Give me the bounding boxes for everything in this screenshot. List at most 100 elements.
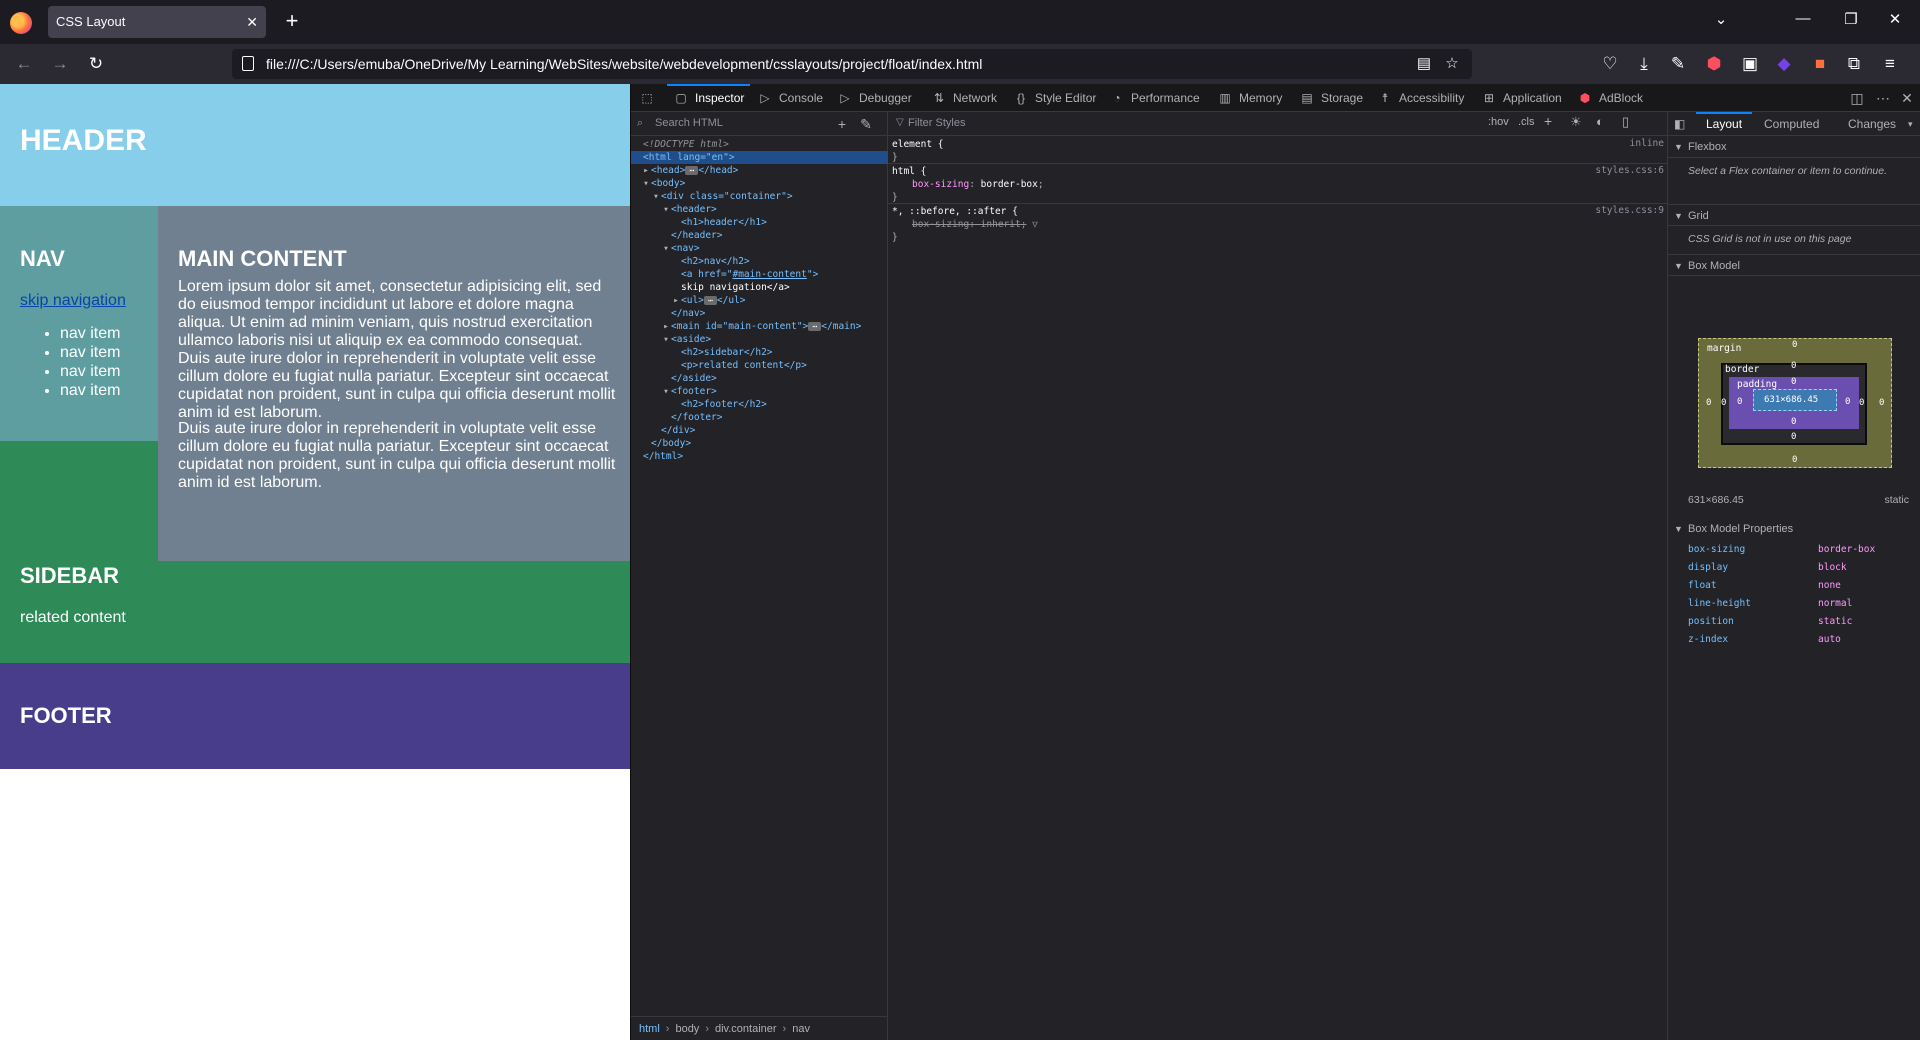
- restore-icon[interactable]: ❐: [1836, 10, 1866, 34]
- collapse-arrow-icon[interactable]: ▾: [651, 190, 661, 203]
- element-picker-icon[interactable]: ⬚: [639, 84, 661, 112]
- collapsed-content-icon[interactable]: ⋯: [808, 322, 822, 331]
- css-property-name[interactable]: box-sizing: [892, 219, 969, 230]
- cls-toggle[interactable]: .cls: [1518, 116, 1535, 128]
- margin-bottom-value[interactable]: 0: [1792, 455, 1797, 465]
- rule-source[interactable]: styles.css:9: [1595, 205, 1664, 216]
- tab-storage[interactable]: ▤ Storage: [1299, 84, 1363, 112]
- expand-arrow-icon[interactable]: ▸: [661, 320, 671, 333]
- box-model-section-header[interactable]: ▼ Box Model: [1668, 254, 1920, 276]
- margin-top-value[interactable]: 0: [1792, 340, 1797, 350]
- tree-node[interactable]: <p>related content</p>: [631, 359, 888, 372]
- tree-node[interactable]: ▾ <body>: [631, 177, 888, 190]
- tab-performance[interactable]: ◔ Performance: [1109, 84, 1199, 112]
- eyedropper-icon[interactable]: ✎: [857, 115, 875, 133]
- tab-layout[interactable]: Layout: [1696, 112, 1753, 136]
- rule-source[interactable]: inline: [1630, 138, 1664, 149]
- chevron-down-icon[interactable]: ▾: [1908, 112, 1913, 136]
- box-model-properties-header[interactable]: ▼ Box Model Properties: [1668, 518, 1920, 540]
- tab-adblock[interactable]: ⬢ AdBlock: [1577, 84, 1643, 112]
- breadcrumb-item[interactable]: html: [639, 1023, 660, 1035]
- minimize-icon[interactable]: —: [1788, 10, 1818, 34]
- tab-application[interactable]: ⊞ Application: [1481, 84, 1562, 112]
- toggle-sidebar-icon[interactable]: ◧: [1674, 112, 1685, 136]
- tree-node[interactable]: ▸ <main id="main-content"> ⋯ </main>: [631, 320, 888, 333]
- close-window-icon[interactable]: ✕: [1880, 10, 1910, 34]
- collapse-arrow-icon[interactable]: ▾: [661, 242, 671, 255]
- padding-top-value[interactable]: 0: [1791, 377, 1796, 387]
- breadcrumb-item[interactable]: body: [675, 1023, 699, 1035]
- new-tab-button[interactable]: +: [278, 8, 306, 36]
- tree-node[interactable]: <h2>sidebar</h2>: [631, 346, 888, 359]
- menu-icon[interactable]: ≡: [1876, 52, 1904, 76]
- tab-computed[interactable]: Computed: [1764, 112, 1819, 136]
- dark-scheme-icon[interactable]: ◐: [1596, 114, 1604, 129]
- breadcrumb-item[interactable]: nav: [792, 1023, 810, 1035]
- add-node-icon[interactable]: +: [833, 115, 851, 133]
- css-property-name[interactable]: box-sizing: [892, 179, 969, 190]
- css-property-value[interactable]: inherit: [981, 219, 1021, 230]
- href-link[interactable]: #main-content: [732, 269, 806, 280]
- collapsed-content-icon[interactable]: ⋯: [703, 296, 717, 305]
- firefox-logo-icon[interactable]: [10, 12, 32, 34]
- devtools-menu-icon[interactable]: ⋯: [1871, 84, 1895, 112]
- print-media-icon[interactable]: ▯: [1622, 114, 1629, 130]
- collapse-arrow-icon[interactable]: ▾: [641, 177, 651, 190]
- tree-node[interactable]: </aside>: [631, 372, 888, 385]
- border-bottom-value[interactable]: 0: [1791, 432, 1796, 442]
- tab-console[interactable]: ▷ Console: [757, 84, 823, 112]
- border-top-value[interactable]: 0: [1791, 361, 1796, 371]
- tree-node[interactable]: ▸ <ul> ⋯ </ul>: [631, 294, 888, 307]
- margin-right-value[interactable]: 0: [1879, 398, 1884, 408]
- tree-node[interactable]: </div>: [631, 424, 888, 437]
- tree-node[interactable]: <!DOCTYPE html>: [631, 138, 888, 151]
- tab-css-layout[interactable]: CSS Layout ✕: [48, 6, 266, 38]
- breadcrumb-item[interactable]: div.container: [715, 1023, 777, 1035]
- adblock-icon[interactable]: ⬢: [1700, 52, 1728, 76]
- tab-network[interactable]: ⇅ Network: [931, 84, 997, 112]
- expand-arrow-icon[interactable]: ▸: [641, 164, 651, 177]
- pocket-icon[interactable]: ♡: [1596, 52, 1624, 76]
- css-property-value[interactable]: border-box: [981, 179, 1038, 190]
- collapse-arrow-icon[interactable]: ▾: [661, 203, 671, 216]
- extension-screen-icon[interactable]: ▣: [1736, 52, 1764, 76]
- extensions-icon[interactable]: ⧉: [1840, 52, 1868, 76]
- tab-memory[interactable]: ▥ Memory: [1217, 84, 1282, 112]
- rule-source[interactable]: styles.css:6: [1595, 165, 1664, 176]
- list-all-tabs-icon[interactable]: ⌄: [1706, 10, 1736, 34]
- tree-node[interactable]: </html>: [631, 450, 888, 463]
- expand-arrow-icon[interactable]: ▸: [671, 294, 681, 307]
- tab-close-icon[interactable]: ✕: [246, 6, 258, 38]
- collapse-arrow-icon[interactable]: ▾: [661, 333, 671, 346]
- tab-changes[interactable]: Changes: [1848, 112, 1896, 136]
- back-icon[interactable]: ←: [10, 52, 38, 76]
- tree-node[interactable]: </body>: [631, 437, 888, 450]
- tree-node-selected[interactable]: <html lang="en">: [631, 151, 888, 164]
- reload-icon[interactable]: ↻: [82, 52, 110, 76]
- flexbox-section-header[interactable]: ▼ Flexbox: [1668, 136, 1920, 158]
- tree-node[interactable]: ▾ <div class="container">: [631, 190, 888, 203]
- url-text[interactable]: file:///C:/Users/emuba/OneDrive/My Learn…: [266, 49, 982, 79]
- padding-right-value[interactable]: 0: [1845, 397, 1850, 407]
- tab-style-editor[interactable]: {} Style Editor: [1013, 84, 1096, 112]
- tree-node[interactable]: <a href="#main-content">: [631, 268, 888, 281]
- tree-node[interactable]: <h2>nav</h2>: [631, 255, 888, 268]
- tree-node[interactable]: </nav>: [631, 307, 888, 320]
- padding-left-value[interactable]: 0: [1737, 397, 1742, 407]
- reader-view-icon[interactable]: ▤: [1412, 52, 1436, 76]
- filter-styles-input[interactable]: Filter Styles: [908, 117, 965, 129]
- tree-node[interactable]: </footer>: [631, 411, 888, 424]
- collapse-arrow-icon[interactable]: ▾: [661, 385, 671, 398]
- tab-debugger[interactable]: ▷ Debugger: [837, 84, 911, 112]
- tab-accessibility[interactable]: ☨ Accessibility: [1377, 84, 1465, 112]
- tree-node[interactable]: <h2>footer</h2>: [631, 398, 888, 411]
- devtools-close-icon[interactable]: ✕: [1895, 84, 1919, 112]
- light-scheme-icon[interactable]: ☀: [1570, 114, 1582, 130]
- search-html-input[interactable]: Search HTML: [655, 117, 723, 129]
- tools-icon[interactable]: ✎: [1664, 52, 1692, 76]
- tree-node[interactable]: skip navigation</a>: [631, 281, 888, 294]
- skip-navigation-link[interactable]: skip navigation: [20, 292, 126, 310]
- tree-node[interactable]: <h1>header</h1>: [631, 216, 888, 229]
- tree-node[interactable]: ▾ <header>: [631, 203, 888, 216]
- extension-shield-icon[interactable]: ◆: [1770, 52, 1798, 76]
